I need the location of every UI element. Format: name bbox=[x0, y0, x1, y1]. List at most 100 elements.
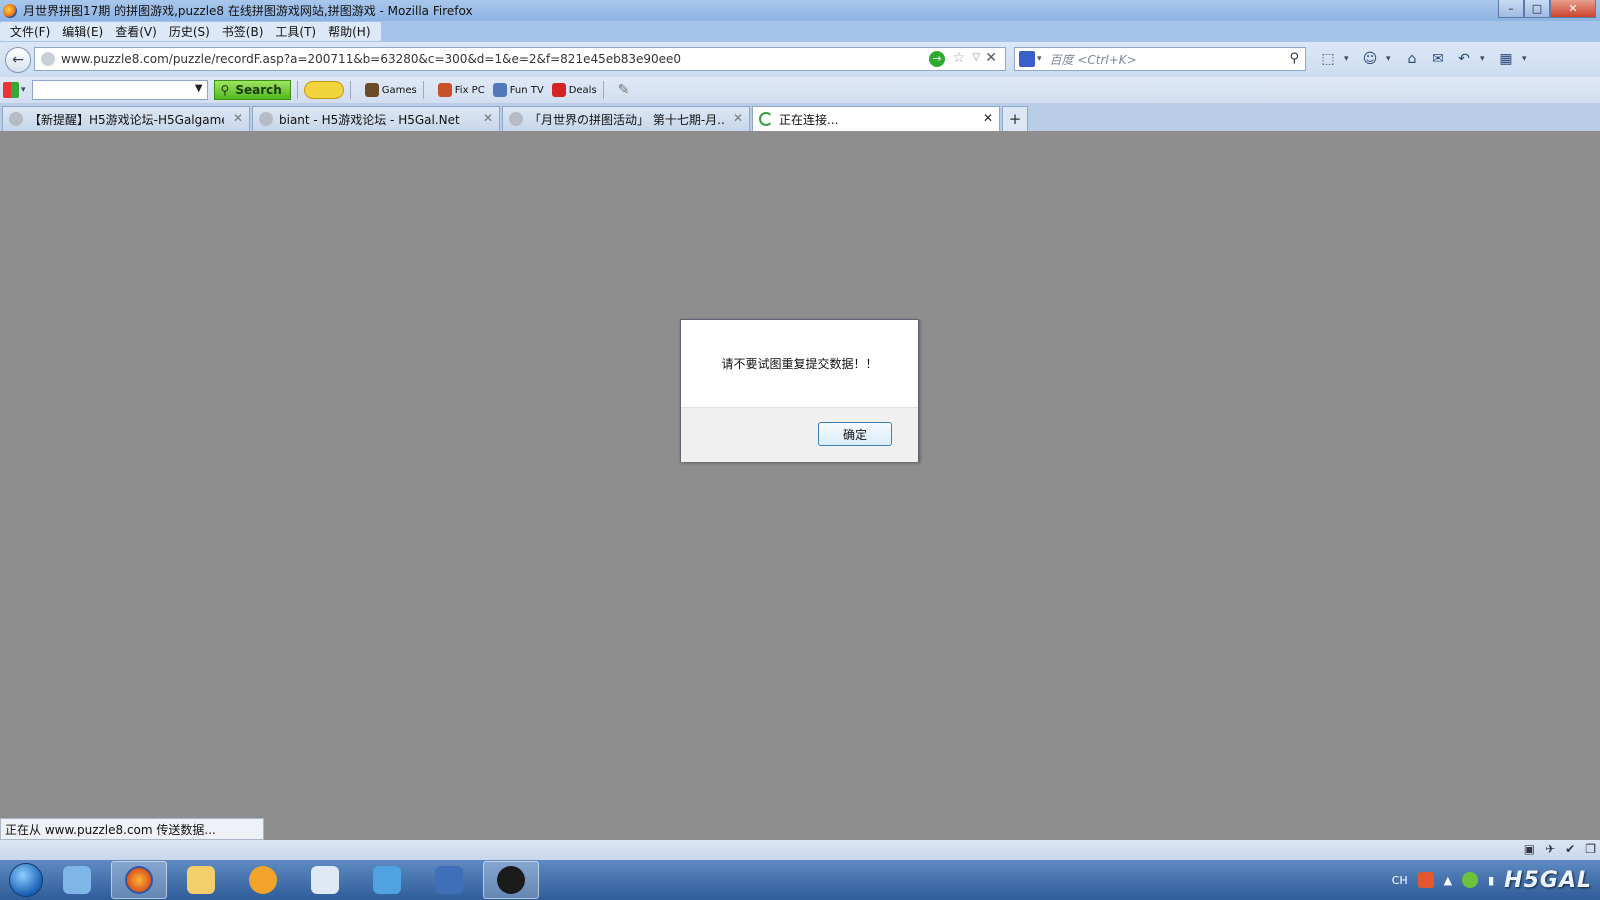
menu-tools[interactable]: 工具(T) bbox=[269, 23, 322, 40]
toolbar-separator bbox=[422, 81, 424, 99]
monitor-icon[interactable]: ▣ bbox=[1524, 842, 1535, 856]
fun-tv-label: Fun TV bbox=[509, 84, 544, 96]
addon-input-dropdown-icon[interactable]: ▼ bbox=[195, 83, 203, 94]
taskbar-film-app[interactable] bbox=[421, 861, 477, 899]
menu-history[interactable]: 历史(S) bbox=[163, 23, 216, 40]
taskbar: CH ▲ ▮ H5GAL bbox=[0, 860, 1600, 900]
smiley-toolbar-icon[interactable] bbox=[303, 81, 344, 99]
h5gal-logo: H5GAL bbox=[1504, 867, 1592, 893]
taskbar-s-app[interactable] bbox=[297, 861, 353, 899]
bookmark-star-icon[interactable]: ☆ bbox=[952, 50, 965, 66]
headset-icon bbox=[249, 866, 277, 894]
sogou-icon[interactable] bbox=[1417, 872, 1434, 888]
taskbar-network[interactable] bbox=[49, 861, 105, 899]
signal-icon[interactable]: ▮ bbox=[1488, 874, 1494, 887]
network-icon bbox=[63, 866, 91, 894]
addon-search-input[interactable]: ▼ bbox=[31, 80, 208, 100]
tab-favicon-icon bbox=[259, 112, 273, 126]
menu-list: 文件(F) 编辑(E) 查看(V) 历史(S) 书签(B) 工具(T) 帮助(H… bbox=[0, 22, 381, 41]
addon-status-bar: ▣ ✈ ✔ ❐ bbox=[0, 840, 1600, 860]
windows-flag-icon[interactable]: ▦ bbox=[1496, 50, 1516, 68]
joystick-icon bbox=[364, 83, 379, 97]
undo-dropdown-icon[interactable]: ▾ bbox=[1480, 54, 1490, 64]
tab-strip: 【新提醒】H5游戏论坛-H5Galgame... ✕ biant - H5游戏论… bbox=[0, 103, 1600, 131]
go-icon[interactable]: → bbox=[929, 51, 945, 67]
address-bar[interactable]: www.puzzle8.com/puzzle/recordF.asp?a=200… bbox=[34, 47, 1006, 71]
addon-logo-icon[interactable] bbox=[3, 82, 19, 98]
smiley-icon[interactable]: ☺ bbox=[1360, 50, 1380, 68]
undo-icon[interactable]: ↶ bbox=[1454, 50, 1474, 68]
status-icons: ▣ ✈ ✔ ❐ bbox=[1524, 842, 1596, 856]
film-icon bbox=[435, 866, 463, 894]
close-window-button[interactable]: ✕ bbox=[1550, 0, 1596, 18]
tab-favicon-icon bbox=[509, 112, 523, 126]
menu-help[interactable]: 帮助(H) bbox=[322, 23, 376, 40]
fix-pc-button[interactable]: Fix PC bbox=[437, 83, 485, 97]
search-input[interactable]: 百度 <Ctrl+K> bbox=[1050, 51, 1137, 68]
taskbar-firefox[interactable] bbox=[111, 861, 167, 899]
addon-search-label: Search bbox=[235, 83, 282, 97]
search-engine-icon[interactable] bbox=[1019, 51, 1035, 67]
input-language[interactable]: CH bbox=[1392, 874, 1408, 887]
security-icon[interactable] bbox=[1462, 872, 1479, 888]
deals-label: Deals bbox=[568, 84, 597, 96]
tab-label: 正在连接... bbox=[779, 112, 839, 127]
tab-connecting[interactable]: 正在连接... ✕ bbox=[752, 106, 1000, 131]
tools-icon[interactable]: ✔ bbox=[1565, 842, 1575, 856]
maximize-button[interactable]: □ bbox=[1524, 0, 1550, 18]
taskbar-qq[interactable] bbox=[483, 861, 539, 899]
pen-icon[interactable]: ✎ bbox=[618, 82, 630, 98]
firefox-icon bbox=[3, 3, 17, 18]
menu-view[interactable]: 查看(V) bbox=[109, 23, 163, 40]
menu-bookmarks[interactable]: 书签(B) bbox=[216, 23, 270, 40]
smiley-dropdown-icon[interactable]: ▾ bbox=[1386, 54, 1396, 64]
window-title: 月世界拼图17期 的拼图游戏,puzzle8 在线拼图游戏网站,拼图游戏 - M… bbox=[23, 4, 473, 18]
toolbar-icons: ⬚ ▾ ☺ ▾ ⌂ ✉ ↶ ▾ ▦ ▾ bbox=[1318, 50, 1532, 68]
tray-expand-icon[interactable]: ▲ bbox=[1444, 874, 1452, 887]
firefox-icon bbox=[125, 866, 153, 894]
menu-edit[interactable]: 编辑(E) bbox=[56, 23, 109, 40]
minimize-button[interactable]: – bbox=[1498, 0, 1524, 18]
toolbar-separator bbox=[349, 81, 351, 99]
alert-footer: 确定 bbox=[681, 407, 918, 462]
home-icon[interactable]: ⌂ bbox=[1402, 50, 1422, 68]
fun-tv-button[interactable]: Fun TV bbox=[492, 83, 544, 97]
screenshot-icon[interactable]: ⬚ bbox=[1318, 50, 1338, 68]
addon-toolbar: ▾ ▼ ⚲ Search Games Fix PC Fun TV Deals ✎ bbox=[0, 77, 1600, 103]
bird-app-icon bbox=[373, 866, 401, 894]
bird-icon[interactable]: ✈ bbox=[1545, 842, 1555, 856]
tab-biant[interactable]: biant - H5游戏论坛 - H5Gal.Net ✕ bbox=[252, 106, 500, 131]
new-tab-button[interactable]: + bbox=[1002, 106, 1028, 131]
start-button[interactable] bbox=[9, 863, 43, 897]
deals-button[interactable]: Deals bbox=[551, 83, 597, 97]
taskbar-bird-app[interactable] bbox=[359, 861, 415, 899]
tab-close-icon[interactable]: ✕ bbox=[983, 111, 993, 125]
mail-icon[interactable]: ✉ bbox=[1428, 50, 1448, 68]
folder-icon bbox=[187, 866, 215, 894]
addon-logo-dropdown-icon[interactable]: ▾ bbox=[21, 85, 26, 95]
ok-button[interactable]: 确定 bbox=[818, 422, 892, 446]
taskbar-explorer[interactable] bbox=[173, 861, 229, 899]
url-dropdown-icon[interactable]: ▽ bbox=[972, 52, 980, 63]
window-icon[interactable]: ❐ bbox=[1585, 842, 1596, 856]
tab-close-icon[interactable]: ✕ bbox=[733, 111, 743, 125]
back-button[interactable]: ← bbox=[5, 46, 31, 73]
tab-close-icon[interactable]: ✕ bbox=[483, 111, 493, 125]
taskbar-headset-app[interactable] bbox=[235, 861, 291, 899]
tab-close-icon[interactable]: ✕ bbox=[233, 111, 243, 125]
overflow-dropdown-icon[interactable]: ▾ bbox=[1522, 54, 1532, 64]
games-button[interactable]: Games bbox=[364, 83, 417, 97]
app-s-icon bbox=[311, 866, 339, 894]
search-icon[interactable]: ⚲ bbox=[1289, 51, 1299, 66]
tab-puzzle-event[interactable]: 「月世界の拼图活动」 第十七期-月... ✕ bbox=[502, 106, 750, 131]
url-text[interactable]: www.puzzle8.com/puzzle/recordF.asp?a=200… bbox=[61, 52, 681, 66]
site-identity-icon[interactable] bbox=[41, 52, 55, 66]
stop-icon[interactable]: ✕ bbox=[985, 50, 997, 66]
screenshot-dropdown-icon[interactable]: ▾ bbox=[1344, 54, 1354, 64]
search-bar[interactable]: ▾ 百度 <Ctrl+K> ⚲ bbox=[1014, 47, 1306, 71]
tab-h5-forum-notice[interactable]: 【新提醒】H5游戏论坛-H5Galgame... ✕ bbox=[2, 106, 250, 131]
menu-file[interactable]: 文件(F) bbox=[4, 23, 56, 40]
page-content bbox=[0, 131, 1600, 841]
addon-search-button[interactable]: ⚲ Search bbox=[213, 80, 291, 100]
search-engine-dropdown-icon[interactable]: ▾ bbox=[1037, 54, 1042, 64]
